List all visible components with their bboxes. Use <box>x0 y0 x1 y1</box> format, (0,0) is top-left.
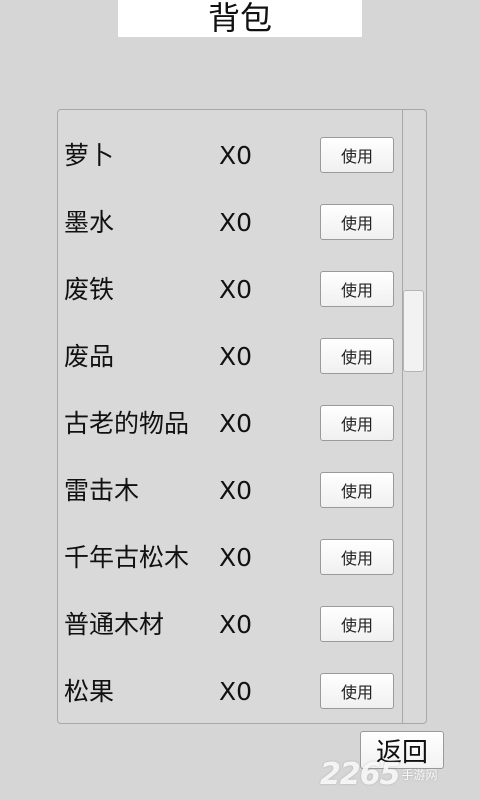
item-quantity: X0 <box>219 141 253 170</box>
item-quantity: X0 <box>219 543 253 572</box>
inventory-row: 黄糖X0使用 <box>58 110 401 123</box>
use-item-button[interactable]: 使用 <box>320 405 394 441</box>
use-item-button[interactable]: 使用 <box>320 673 394 709</box>
item-quantity: X0 <box>219 476 253 505</box>
inventory-row: 雷击木 X0 使用 <box>58 458 401 525</box>
inventory-row: 墨水 X0 使用 <box>58 190 401 257</box>
item-quantity: X0 <box>219 275 253 304</box>
watermark-logo: 2265 手游网 <box>320 748 480 800</box>
item-quantity: X0 <box>219 342 253 371</box>
use-item-button[interactable]: 使用 <box>320 137 394 173</box>
scrollbar-track[interactable] <box>402 110 403 723</box>
inventory-row: 萝卜 X0 使用 <box>58 123 401 190</box>
inventory-row: 松果 X0 使用 <box>58 659 401 723</box>
inventory-row: 普通木材 X0 使用 <box>58 592 401 659</box>
page-title: 背包 <box>207 0 272 37</box>
scrollbar-thumb[interactable] <box>403 290 424 372</box>
inventory-list-panel: 黄糖X0使用萝卜X0使用墨水X0使用废铁X0使用废品X0使用古老的物品X0使用雷… <box>57 109 427 724</box>
item-name: 普通木材 <box>64 610 165 639</box>
inventory-row: 古老的物品 X0 使用 <box>58 391 401 458</box>
item-name: 废铁 <box>64 275 115 304</box>
inventory-list[interactable]: 黄糖X0使用萝卜X0使用墨水X0使用废铁X0使用废品X0使用古老的物品X0使用雷… <box>58 110 401 723</box>
item-name: 墨水 <box>64 208 115 237</box>
use-item-button[interactable]: 使用 <box>320 338 394 374</box>
item-name: 萝卜 <box>64 141 115 170</box>
item-quantity: X0 <box>219 610 253 639</box>
use-item-button[interactable]: 使用 <box>320 271 394 307</box>
use-item-button[interactable]: 使用 <box>320 472 394 508</box>
title-bar: 背包 <box>118 0 362 37</box>
item-name: 废品 <box>64 342 115 371</box>
inventory-list-content: 黄糖X0使用萝卜X0使用墨水X0使用废铁X0使用废品X0使用古老的物品X0使用雷… <box>58 110 401 723</box>
item-quantity: X0 <box>219 409 253 438</box>
inventory-row: 废品 X0 使用 <box>58 324 401 391</box>
watermark-site: 手游网 <box>401 767 438 782</box>
item-name: 古老的物品 <box>64 409 190 438</box>
inventory-row: 千年古松木 X0 使用 <box>58 525 401 592</box>
use-item-button[interactable]: 使用 <box>320 204 394 240</box>
item-name: 千年古松木 <box>64 543 190 572</box>
item-quantity: X0 <box>219 208 253 237</box>
watermark-number: 2265 <box>320 756 400 792</box>
item-name: 雷击木 <box>64 476 140 505</box>
item-name: 松果 <box>64 677 115 706</box>
use-item-button[interactable]: 使用 <box>320 606 394 642</box>
item-quantity: X0 <box>219 677 253 706</box>
inventory-screen: 背包 黄糖X0使用萝卜X0使用墨水X0使用废铁X0使用废品X0使用古老的物品X0… <box>0 0 480 800</box>
use-item-button[interactable]: 使用 <box>320 539 394 575</box>
inventory-row: 废铁 X0 使用 <box>58 257 401 324</box>
